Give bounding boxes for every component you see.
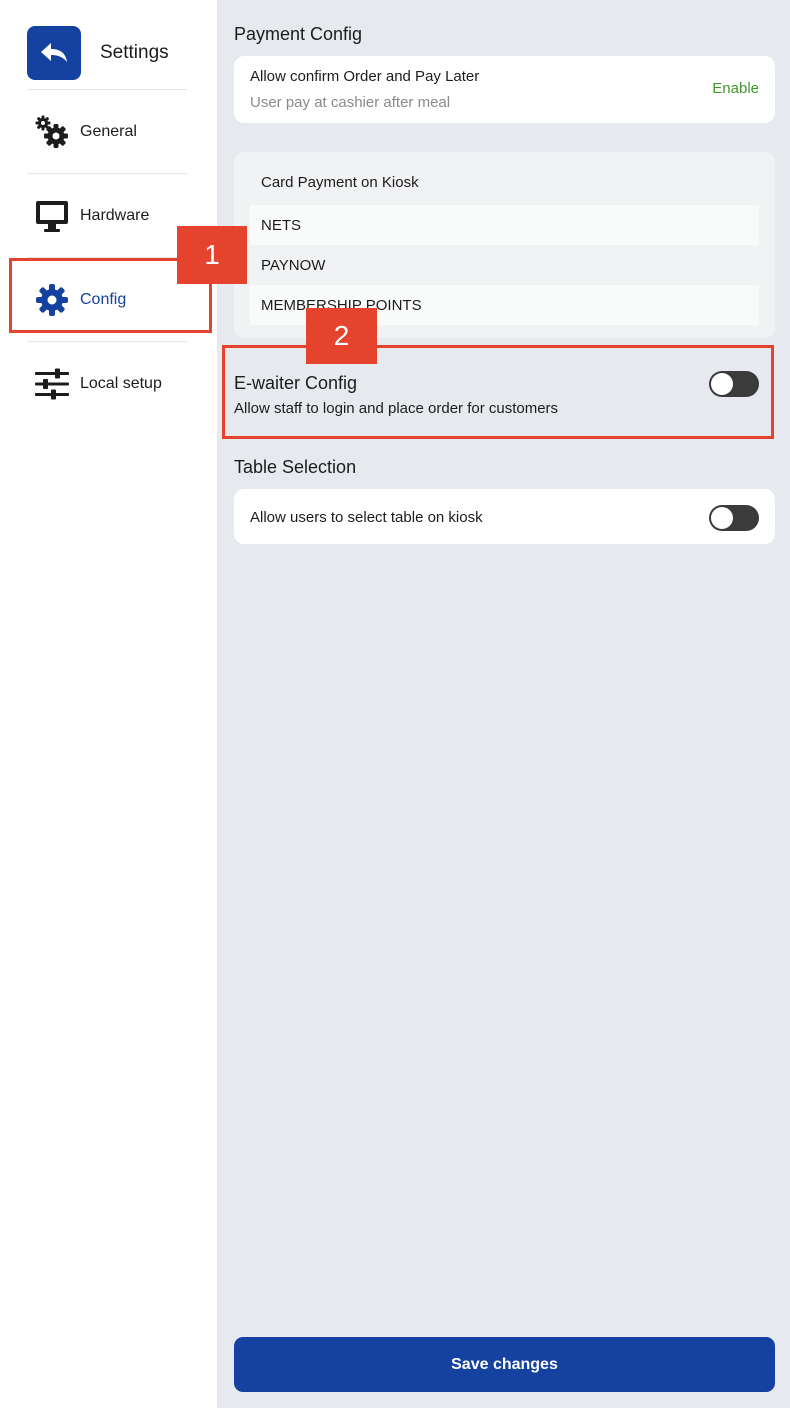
sidebar-item-local-setup[interactable]: Local setup	[34, 364, 162, 404]
sidebar: Settings General Hardware Config Local s…	[0, 0, 217, 1408]
payment-config-title: Payment Config	[234, 24, 363, 44]
gears-icon	[34, 114, 70, 150]
divider	[27, 173, 187, 174]
payment-method-label: PAYNOW	[261, 256, 326, 274]
table-selection-title: Table Selection	[234, 457, 357, 477]
pay-later-card: Allow confirm Order and Pay Later User p…	[234, 56, 775, 123]
sidebar-item-hardware[interactable]: Hardware	[34, 196, 149, 236]
sliders-icon	[34, 366, 70, 402]
marker-badge-2: 2	[306, 308, 377, 364]
table-selection-toggle[interactable]	[709, 505, 759, 531]
divider	[27, 341, 187, 342]
payment-method-nets[interactable]: NETS	[250, 205, 759, 245]
monitor-icon	[34, 198, 70, 234]
enable-button[interactable]: Enable	[712, 80, 759, 97]
sidebar-item-label: General	[80, 123, 137, 140]
back-arrow-icon	[41, 43, 67, 62]
table-selection-label: Allow users to select table on kiosk	[250, 509, 483, 526]
marker-badge-1: 1	[177, 226, 247, 284]
sidebar-item-label: Local setup	[80, 375, 162, 392]
payment-method-label: NETS	[261, 216, 302, 234]
card-payment-title: Card Payment on Kiosk	[261, 174, 419, 191]
divider	[27, 89, 187, 90]
settings-title: Settings	[100, 42, 169, 63]
sidebar-item-general[interactable]: General	[34, 112, 137, 152]
save-changes-button[interactable]: Save changes	[234, 1337, 775, 1392]
payment-method-paynow[interactable]: PAYNOW	[250, 245, 759, 285]
pay-later-label: Allow confirm Order and Pay Later	[250, 68, 480, 85]
pay-later-description: User pay at cashier after meal	[250, 94, 451, 111]
highlight-box-ewaiter	[222, 345, 774, 439]
toggle-knob	[711, 507, 733, 529]
sidebar-item-label: Hardware	[80, 207, 150, 224]
table-selection-card: Allow users to select table on kiosk	[234, 489, 775, 544]
back-button[interactable]	[27, 26, 81, 80]
